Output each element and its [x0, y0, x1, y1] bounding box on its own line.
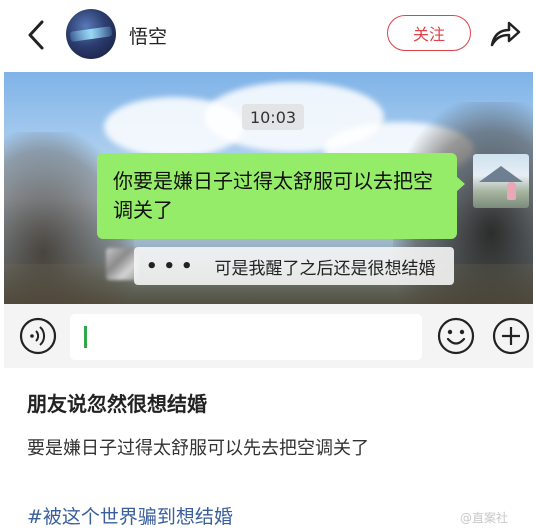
- sent-message-bubble[interactable]: 你要是嫌日子过得太舒服可以去把空调关了: [97, 153, 457, 239]
- share-button[interactable]: [488, 17, 522, 51]
- reply-message-bubble[interactable]: ••• 可是我醒了之后还是很想结婚: [134, 247, 454, 285]
- text-caret: [84, 326, 87, 348]
- follow-button[interactable]: 关注: [387, 15, 471, 51]
- chevron-left-icon: [28, 20, 44, 50]
- post-title: 朋友说忽然很想结婚: [27, 392, 207, 416]
- username[interactable]: 悟空: [129, 22, 167, 49]
- message-input[interactable]: [70, 314, 422, 360]
- watermark: @直案社: [460, 511, 509, 525]
- chat-timestamp: 10:03: [242, 104, 304, 130]
- bubble-tail: [456, 176, 465, 192]
- emoji-button[interactable]: [436, 316, 476, 356]
- emoji-icon: [437, 317, 475, 355]
- reply-sender-name: •••: [146, 255, 199, 277]
- chat-input-bar: [4, 304, 533, 368]
- self-avatar[interactable]: [473, 154, 529, 208]
- post-body: 要是嫌日子过得太舒服可以先去把空调关了: [27, 438, 369, 459]
- share-icon: [490, 21, 521, 47]
- avatar[interactable]: [66, 9, 116, 59]
- voice-icon: [19, 317, 57, 355]
- more-button[interactable]: [491, 316, 531, 356]
- back-button[interactable]: [22, 18, 52, 52]
- plus-icon: [492, 317, 530, 355]
- top-bar: 悟空 关注: [0, 0, 536, 70]
- voice-button[interactable]: [18, 316, 58, 356]
- reply-message-text: 可是我醒了之后还是很想结婚: [214, 258, 436, 279]
